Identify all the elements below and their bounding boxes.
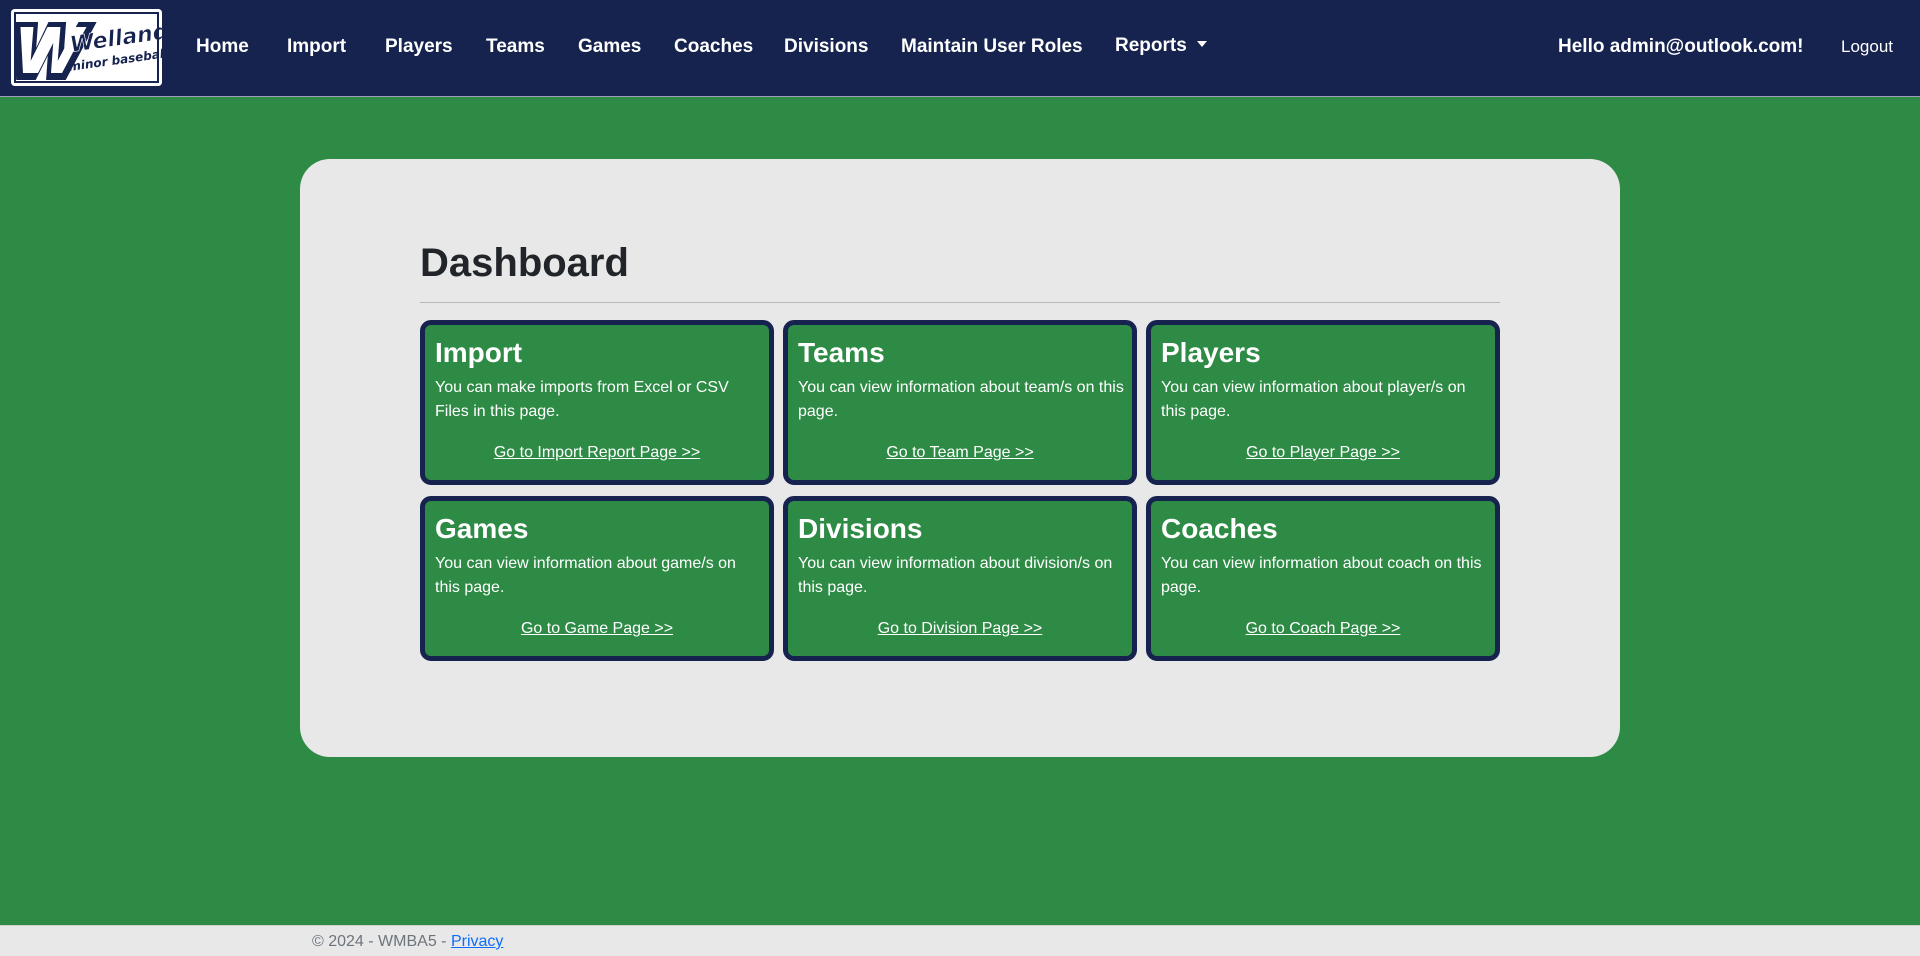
go-to-game-link[interactable]: Go to Game Page >> <box>425 620 769 638</box>
nav-import-link[interactable]: Import <box>287 36 346 58</box>
card-description: You can view information about player/s … <box>1161 379 1466 420</box>
card-teams: Teams You can view information about tea… <box>783 320 1137 485</box>
title-divider <box>420 302 1500 303</box>
user-greeting[interactable]: Hello admin@outlook.com! <box>1558 36 1803 58</box>
card-title: Games <box>435 513 529 544</box>
card-divisions: Divisions You can view information about… <box>783 496 1137 661</box>
card-title: Teams <box>798 337 885 368</box>
card-games: Games You can view information about gam… <box>420 496 774 661</box>
card-description: You can view information about division/… <box>798 555 1113 596</box>
go-to-coach-link[interactable]: Go to Coach Page >> <box>1151 620 1495 638</box>
card-title: Coaches <box>1161 513 1278 544</box>
nav-games-link[interactable]: Games <box>578 36 641 58</box>
go-to-import-report-link[interactable]: Go to Import Report Page >> <box>425 444 769 462</box>
chevron-down-icon <box>1196 41 1207 47</box>
card-description: You can view information about game/s on… <box>435 555 736 596</box>
footer: © 2024 - WMBA5 - Privacy <box>0 925 1920 956</box>
go-to-player-link[interactable]: Go to Player Page >> <box>1151 444 1495 462</box>
card-import: Import You can make imports from Excel o… <box>420 320 774 485</box>
nav-coaches-link[interactable]: Coaches <box>674 36 753 58</box>
card-title: Divisions <box>798 513 923 544</box>
card-title: Import <box>435 337 523 368</box>
nav-players-link[interactable]: Players <box>385 36 453 58</box>
top-navbar: Welland minor baseball Home Import Playe… <box>0 0 1920 97</box>
nav-reports-dropdown[interactable]: Reports <box>1115 35 1207 57</box>
nav-divisions-link[interactable]: Divisions <box>784 36 868 58</box>
card-players: Players You can view information about p… <box>1146 320 1500 485</box>
nav-reports-label: Reports <box>1115 35 1187 56</box>
logout-button[interactable]: Logout <box>1841 37 1893 57</box>
welland-minor-baseball-logo[interactable]: Welland minor baseball <box>11 9 162 86</box>
card-description: You can view information about coach on … <box>1161 555 1482 596</box>
page-title: Dashboard <box>420 241 629 285</box>
card-coaches: Coaches You can view information about c… <box>1146 496 1500 661</box>
nav-maintain-user-roles-link[interactable]: Maintain User Roles <box>901 36 1083 58</box>
privacy-link[interactable]: Privacy <box>451 933 503 950</box>
go-to-team-link[interactable]: Go to Team Page >> <box>788 444 1132 462</box>
go-to-division-link[interactable]: Go to Division Page >> <box>788 620 1132 638</box>
nav-home-link[interactable]: Home <box>196 36 249 58</box>
copyright-text: © 2024 - WMBA5 - <box>312 933 451 950</box>
card-description: You can view information about team/s on… <box>798 379 1124 420</box>
card-description: You can make imports from Excel or CSV F… <box>435 379 729 420</box>
nav-teams-link[interactable]: Teams <box>486 36 545 58</box>
card-title: Players <box>1161 337 1261 368</box>
logo-graphic: Welland minor baseball <box>11 9 162 86</box>
footer-text: © 2024 - WMBA5 - Privacy <box>312 933 503 951</box>
